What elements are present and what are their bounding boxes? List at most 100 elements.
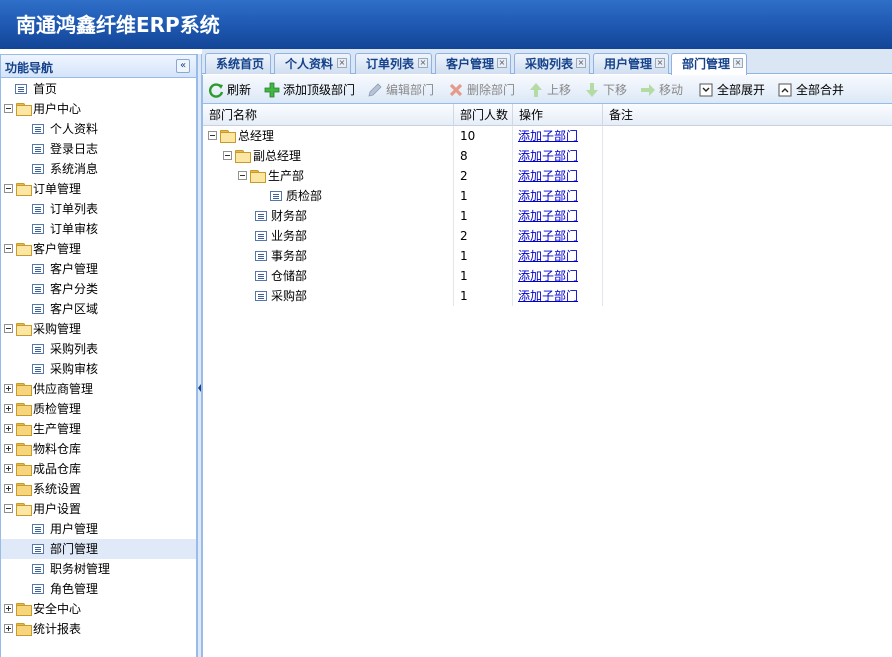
nav-item[interactable]: 采购列表 — [1, 339, 196, 359]
table-row[interactable]: 仓储部 1 添加子部门 — [203, 266, 892, 286]
nav-item[interactable]: 用户管理 — [1, 519, 196, 539]
folder-icon — [220, 130, 236, 143]
nav-item[interactable]: 订单审核 — [1, 219, 196, 239]
expand-toggle-icon[interactable] — [4, 624, 13, 633]
nav-item[interactable]: 客户区域 — [1, 299, 196, 319]
expand-toggle-icon[interactable] — [4, 444, 13, 453]
nav-label: 部门管理 — [50, 542, 99, 556]
close-icon[interactable]: × — [655, 58, 665, 68]
nav-group[interactable]: 用户中心 — [1, 99, 196, 119]
collapse-toggle-icon[interactable] — [238, 171, 247, 180]
nav-item[interactable]: 采购审核 — [1, 359, 196, 379]
collapse-toggle-icon[interactable] — [208, 131, 217, 140]
sidebar-panel: 功能导航 « 首页 用户中心 个人资料 登录日志 系统消息 订单管理 订单列表 订单审核 客户管… — [0, 54, 197, 657]
nav-item[interactable]: 职务树管理 — [1, 559, 196, 579]
expand-toggle-icon[interactable] — [4, 404, 13, 413]
page-icon — [32, 264, 44, 274]
add-sub-department-link[interactable]: 添加子部门 — [513, 249, 578, 263]
page-icon — [32, 364, 44, 374]
nav-item[interactable]: 系统消息 — [1, 159, 196, 179]
nav-group[interactable]: 供应商管理 — [1, 379, 196, 399]
table-row[interactable]: 总经理 10 添加子部门 — [203, 126, 892, 146]
nav-group[interactable]: 用户设置 — [1, 499, 196, 519]
nav-group[interactable]: 质检管理 — [1, 399, 196, 419]
nav-group[interactable]: 采购管理 — [1, 319, 196, 339]
close-icon[interactable]: × — [418, 58, 428, 68]
close-icon[interactable]: × — [733, 58, 743, 68]
close-icon[interactable]: × — [576, 58, 586, 68]
collapse-toggle-icon[interactable] — [4, 104, 13, 113]
tab-6[interactable]: 部门管理 × — [671, 53, 747, 75]
note-cell — [603, 146, 892, 166]
count-cell: 1 — [454, 266, 513, 286]
table-row[interactable]: 质检部 1 添加子部门 — [203, 186, 892, 206]
nav-item[interactable]: 部门管理 — [1, 539, 196, 559]
table-row[interactable]: 采购部 1 添加子部门 — [203, 286, 892, 306]
collapse-toggle-icon[interactable] — [4, 324, 13, 333]
expand-toggle-icon[interactable] — [4, 384, 13, 393]
nav-group[interactable]: 统计报表 — [1, 619, 196, 639]
tab-2[interactable]: 订单列表 × — [355, 53, 432, 74]
collapse-toggle-icon[interactable] — [4, 504, 13, 513]
tab-4[interactable]: 采购列表 × — [514, 53, 590, 74]
column-header-count[interactable]: 部门人数 — [454, 104, 513, 126]
add-sub-department-link[interactable]: 添加子部门 — [513, 289, 578, 303]
double-chevron-left-icon[interactable]: « — [176, 59, 190, 73]
tab-0[interactable]: 系统首页 — [205, 53, 271, 74]
add-sub-department-link[interactable]: 添加子部门 — [513, 269, 578, 283]
nav-label: 客户分类 — [50, 282, 99, 296]
folder-icon — [250, 170, 266, 183]
folder-icon — [16, 183, 32, 196]
add-sub-department-link[interactable]: 添加子部门 — [513, 189, 578, 203]
folder-icon — [235, 150, 251, 163]
nav-group[interactable]: 系统设置 — [1, 479, 196, 499]
collapse-arrow-icon[interactable] — [198, 384, 201, 392]
collapse-toggle-icon[interactable] — [4, 244, 13, 253]
refresh-icon — [209, 83, 224, 98]
nav-item[interactable]: 登录日志 — [1, 139, 196, 159]
tab-3[interactable]: 客户管理 × — [435, 53, 511, 74]
collapse-toggle-icon[interactable] — [4, 184, 13, 193]
add-sub-department-link[interactable]: 添加子部门 — [513, 149, 578, 163]
add-sub-department-link[interactable]: 添加子部门 — [513, 209, 578, 223]
nav-group[interactable]: 成品仓库 — [1, 459, 196, 479]
close-icon[interactable]: × — [337, 58, 347, 68]
nav-item[interactable]: 个人资料 — [1, 119, 196, 139]
table-row[interactable]: 副总经理 8 添加子部门 — [203, 146, 892, 166]
tab-1[interactable]: 个人资料 × — [274, 53, 351, 74]
tab-5[interactable]: 用户管理 × — [593, 53, 669, 74]
expand-toggle-icon[interactable] — [4, 464, 13, 473]
nav-label: 订单列表 — [50, 202, 99, 216]
add-sub-department-link[interactable]: 添加子部门 — [513, 229, 578, 243]
nav-label: 用户设置 — [33, 502, 82, 516]
tab-label: 采购列表 — [525, 57, 574, 71]
action-cell: 添加子部门 — [513, 226, 603, 246]
tab-label: 系统首页 — [216, 57, 265, 71]
page-icon — [32, 124, 44, 134]
nav-item[interactable]: 角色管理 — [1, 579, 196, 599]
table-row[interactable]: 生产部 2 添加子部门 — [203, 166, 892, 186]
column-header-action[interactable]: 操作 — [513, 104, 603, 126]
nav-group[interactable]: 物料仓库 — [1, 439, 196, 459]
column-header-name[interactable]: 部门名称 — [203, 104, 454, 126]
add-sub-department-link[interactable]: 添加子部门 — [513, 169, 578, 183]
nav-group[interactable]: 订单管理 — [1, 179, 196, 199]
nav-item[interactable]: 首页 — [1, 79, 196, 99]
expand-toggle-icon[interactable] — [4, 604, 13, 613]
nav-group[interactable]: 生产管理 — [1, 419, 196, 439]
nav-item[interactable]: 订单列表 — [1, 199, 196, 219]
expand-toggle-icon[interactable] — [4, 424, 13, 433]
table-row[interactable]: 事务部 1 添加子部门 — [203, 246, 892, 266]
expand-all-label: 全部展开 — [717, 83, 766, 97]
nav-group[interactable]: 安全中心 — [1, 599, 196, 619]
table-row[interactable]: 财务部 1 添加子部门 — [203, 206, 892, 226]
column-header-note[interactable]: 备注 — [603, 104, 892, 126]
collapse-toggle-icon[interactable] — [223, 151, 232, 160]
nav-item[interactable]: 客户管理 — [1, 259, 196, 279]
table-row[interactable]: 业务部 2 添加子部门 — [203, 226, 892, 246]
expand-toggle-icon[interactable] — [4, 484, 13, 493]
add-sub-department-link[interactable]: 添加子部门 — [513, 129, 578, 143]
nav-item[interactable]: 客户分类 — [1, 279, 196, 299]
nav-group[interactable]: 客户管理 — [1, 239, 196, 259]
close-icon[interactable]: × — [497, 58, 507, 68]
